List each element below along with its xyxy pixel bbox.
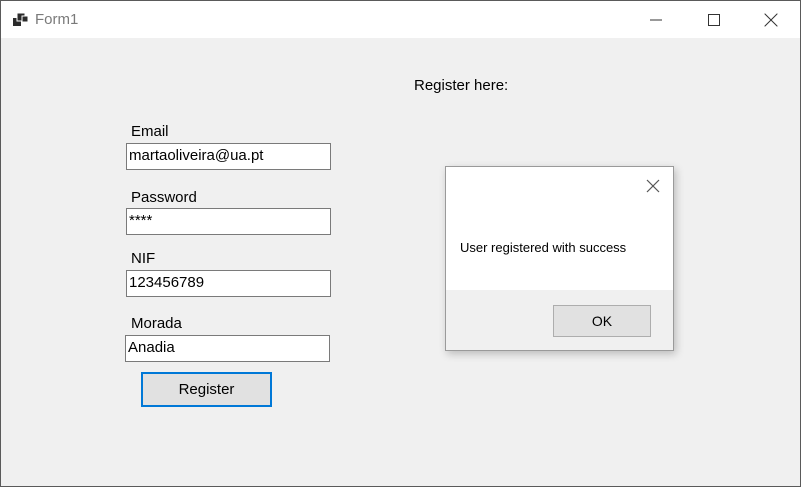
- close-icon: [646, 179, 660, 193]
- email-field[interactable]: martaoliveira@ua.pt: [126, 143, 331, 170]
- maximize-icon: [708, 13, 720, 26]
- message-dialog: User registered with success OK: [445, 166, 674, 351]
- close-icon: [764, 13, 778, 26]
- minimize-button[interactable]: [627, 1, 685, 38]
- maximize-button[interactable]: [685, 1, 743, 38]
- main-window: Form1 Register here: Email martaoliveira…: [0, 0, 801, 487]
- nif-field[interactable]: 123456789: [126, 270, 331, 297]
- windows-form-icon: [13, 12, 29, 28]
- email-label: Email: [131, 123, 169, 140]
- close-button[interactable]: [742, 1, 800, 38]
- register-button[interactable]: Register: [141, 372, 272, 407]
- nif-label: NIF: [131, 250, 156, 267]
- window-title: Form1: [35, 11, 79, 28]
- ok-button[interactable]: OK: [553, 305, 651, 337]
- morada-label: Morada: [131, 315, 182, 332]
- minimize-icon: [650, 19, 662, 20]
- morada-field[interactable]: Anadia: [125, 335, 330, 362]
- dialog-content: User registered with success: [446, 167, 673, 290]
- register-heading: Register here:: [414, 77, 509, 94]
- password-label: Password: [131, 189, 197, 206]
- dialog-close-button[interactable]: [646, 179, 660, 193]
- title-bar[interactable]: Form1: [1, 1, 800, 38]
- dialog-message: User registered with success: [460, 240, 627, 255]
- password-field[interactable]: ****: [126, 208, 331, 235]
